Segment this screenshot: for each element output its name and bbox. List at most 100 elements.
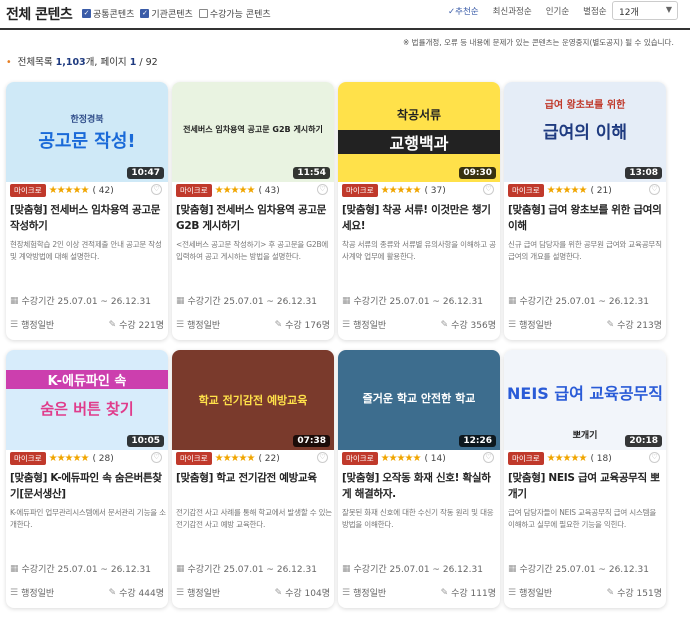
category: ☰ 행정일반 — [508, 586, 552, 600]
category-text: 행정일반 — [519, 321, 553, 331]
card-meta: 마이크로 ★★★★★ ( 43) ♡ — [176, 184, 330, 197]
thumbnail-title: 교행백과 — [338, 130, 500, 154]
category-text: 행정일반 — [353, 589, 387, 599]
edit-icon: ✎ — [440, 319, 449, 330]
category-text: 행정일반 — [353, 321, 387, 331]
course-title[interactable]: [맞춤형] K-에듀파인 속 숨은버튼찾기[문서생산] — [10, 470, 166, 502]
calendar-icon: ▦ — [342, 563, 351, 574]
heart-icon[interactable]: ♡ — [317, 184, 328, 195]
micro-badge: 마이크로 — [508, 184, 544, 197]
star-rating-icon: ★★★★★ — [546, 185, 588, 196]
rating-count: ( 22) — [258, 453, 280, 464]
sort-rating[interactable]: 별점순 — [583, 5, 606, 17]
list-icon: ☰ — [342, 587, 351, 598]
card-footer: ☰ 행정일반 ✎ 수강 151명 — [508, 586, 662, 600]
course-description: 잘못된 화재 신호에 대한 수신기 작동 원리 및 대응 방법을 이해한다. — [342, 508, 494, 529]
edit-icon: ✎ — [274, 319, 283, 330]
heart-icon[interactable]: ♡ — [317, 452, 328, 463]
edit-icon: ✎ — [606, 319, 615, 330]
course-thumbnail[interactable]: K-에듀파인 속 숨은 버튼 찾기 10:05 — [6, 350, 168, 450]
course-title[interactable]: [맞춤형] 착공 서류! 이것만은 챙기세요! — [342, 202, 498, 234]
checkbox-icon[interactable]: ✓ — [140, 9, 150, 18]
thumbnail-title: 학교 전기감전 예방교육 — [198, 394, 308, 407]
rating-count: ( 43) — [258, 185, 280, 196]
course-thumbnail[interactable]: 즐거운 학교 안전한 학교 12:26 — [338, 350, 500, 450]
thumbnail-title: 즐거운 학교 안전한 학교 — [362, 392, 476, 405]
edit-icon: ✎ — [108, 587, 117, 598]
sort-popular[interactable]: 인기순 — [546, 5, 569, 17]
course-title[interactable]: [맞춤형] 전세버스 임차용역 공고문 작성하기 — [10, 202, 166, 234]
category-text: 행정일반 — [187, 321, 221, 331]
course-title[interactable]: [맞춤형] 학교 전기감전 예방교육 — [176, 470, 332, 486]
period-text: 수강기간 25.07.01 ~ 26.12.31 — [21, 565, 151, 575]
page-size-select[interactable]: 12개 ▼ — [612, 1, 678, 20]
period-text: 수강기간 25.07.01 ~ 26.12.31 — [187, 565, 317, 575]
students-text: 수강 221명 — [119, 321, 164, 331]
course-description: 현장체험학습 2인 이상 견적제출 안내 공고문 작성 및 계약방법에 대해 설… — [10, 240, 162, 261]
period-text: 수강기간 25.07.01 ~ 26.12.31 — [187, 297, 317, 307]
duration-badge: 09:30 — [459, 167, 496, 179]
bullet-icon: • — [6, 57, 12, 68]
star-rating-icon: ★★★★★ — [48, 453, 90, 464]
card-footer: ☰ 행정일반 ✎ 수강 221명 — [10, 318, 164, 332]
course-thumbnail[interactable]: 착공서류 교행백과 09:30 — [338, 82, 500, 182]
category-text: 행정일반 — [21, 589, 55, 599]
filter-common[interactable]: ✓ 공통콘텐츠 — [82, 7, 134, 20]
student-count: ✎ 수강 213명 — [606, 318, 662, 332]
course-thumbnail[interactable]: 전세버스 임차용역 공고문 G2B 게시하기 11:54 — [172, 82, 334, 182]
checkbox-icon[interactable] — [198, 9, 208, 18]
card-meta: 마이크로 ★★★★★ ( 18) ♡ — [508, 452, 662, 465]
course-thumbnail[interactable]: 뽀개기 NEIS 급여 교육공무직 20:18 — [504, 350, 666, 450]
list-summary: • 전체목록 1,103개, 페이지 1 / 92 — [6, 57, 158, 68]
course-thumbnail[interactable]: 한정경북 공고문 작성! 10:47 — [6, 82, 168, 182]
card-meta: 마이크로 ★★★★★ ( 37) ♡ — [342, 184, 496, 197]
course-description: 전기감전 사고 사례를 통해 학교에서 발생할 수 있는 전기감전 사고 예방 … — [176, 508, 332, 529]
course-title[interactable]: [맞춤형] NEIS 급여 교육공무직 뽀개기 — [508, 470, 664, 502]
list-icon: ☰ — [176, 319, 185, 330]
card-footer: ☰ 행정일반 ✎ 수강 176명 — [176, 318, 330, 332]
course-card[interactable]: 뽀개기 NEIS 급여 교육공무직 20:18 마이크로 ★★★★★ ( 18)… — [504, 350, 666, 608]
course-card[interactable]: 급여 왕초보를 위한 급여의 이해 13:08 마이크로 ★★★★★ ( 21)… — [504, 82, 666, 340]
course-card[interactable]: 전세버스 임차용역 공고문 G2B 게시하기 11:54 마이크로 ★★★★★ … — [172, 82, 334, 340]
course-card[interactable]: 착공서류 교행백과 09:30 마이크로 ★★★★★ ( 37) ♡ [맞춤형]… — [338, 82, 500, 340]
heart-icon[interactable]: ♡ — [649, 452, 660, 463]
course-description: K-에듀파인 업무관리시스템에서 문서관리 기능을 소개한다. — [10, 508, 166, 529]
heart-icon[interactable]: ♡ — [649, 184, 660, 195]
course-title[interactable]: [맞춤형] 오작동 화재 신호! 확실하게 해결하자. — [342, 470, 498, 502]
thumbnail-subtitle: 착공서류 — [396, 108, 442, 122]
course-card[interactable]: 한정경북 공고문 작성! 10:47 마이크로 ★★★★★ ( 42) ♡ [맞… — [6, 82, 168, 340]
course-card[interactable]: 학교 전기감전 예방교육 07:38 마이크로 ★★★★★ ( 22) ♡ [맞… — [172, 350, 334, 608]
card-meta: 마이크로 ★★★★★ ( 28) ♡ — [10, 452, 164, 465]
course-thumbnail[interactable]: 학교 전기감전 예방교육 07:38 — [172, 350, 334, 450]
filter-available[interactable]: 수강가능 콘텐츠 — [198, 7, 271, 20]
course-period: ▦ 수강기간 25.07.01 ~ 26.12.31 — [508, 294, 649, 308]
course-title[interactable]: [맞춤형] 전세버스 임차용역 공고문 G2B 게시하기 — [176, 202, 332, 234]
heart-icon[interactable]: ♡ — [151, 452, 162, 463]
course-title[interactable]: [맞춤형] 급여 왕초보를 위한 급여의 이해 — [508, 202, 664, 234]
period-text: 수강기간 25.07.01 ~ 26.12.31 — [353, 565, 483, 575]
heart-icon[interactable]: ♡ — [483, 184, 494, 195]
course-card[interactable]: K-에듀파인 속 숨은 버튼 찾기 10:05 마이크로 ★★★★★ ( 28)… — [6, 350, 168, 608]
rating-count: ( 42) — [92, 185, 114, 196]
course-period: ▦ 수강기간 25.07.01 ~ 26.12.31 — [176, 562, 317, 576]
filter-agency[interactable]: ✓ 기관콘텐츠 — [140, 7, 193, 20]
course-thumbnail[interactable]: 급여 왕초보를 위한 급여의 이해 13:08 — [504, 82, 666, 182]
heart-icon[interactable]: ♡ — [483, 452, 494, 463]
star-rating-icon: ★★★★★ — [214, 185, 256, 196]
thumbnail-title: NEIS 급여 교육공무직 — [507, 384, 663, 403]
calendar-icon: ▦ — [10, 295, 19, 306]
edit-icon: ✎ — [108, 319, 117, 330]
list-icon: ☰ — [10, 319, 19, 330]
rating-count: ( 28) — [92, 453, 114, 464]
sort-recommended[interactable]: ✓추천순 — [448, 5, 479, 17]
micro-badge: 마이크로 — [10, 452, 46, 465]
sort-latest[interactable]: 최신과정순 — [493, 5, 532, 17]
edit-icon: ✎ — [274, 587, 283, 598]
category-text: 행정일반 — [21, 321, 55, 331]
checkbox-icon[interactable]: ✓ — [82, 9, 91, 18]
heart-icon[interactable]: ♡ — [151, 184, 162, 195]
category: ☰ 행정일반 — [10, 586, 55, 600]
card-meta: 마이크로 ★★★★★ ( 42) ♡ — [10, 184, 164, 197]
course-description: 신규 급여 담당자를 위한 공무원 급여와 교육공무직 급여의 개요를 설명한다… — [508, 240, 662, 261]
course-card[interactable]: 즐거운 학교 안전한 학교 12:26 마이크로 ★★★★★ ( 14) ♡ [… — [338, 350, 500, 608]
